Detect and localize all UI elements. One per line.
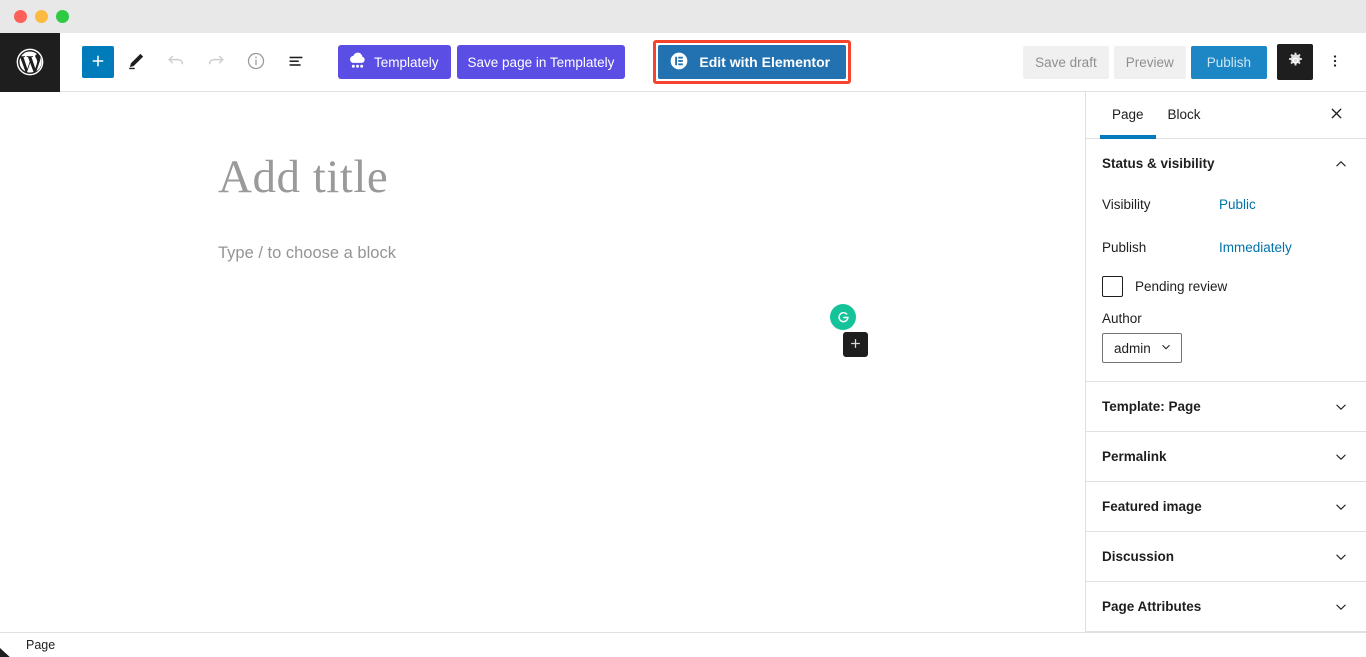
chevron-down-icon	[1332, 498, 1350, 516]
edit-with-elementor-label: Edit with Elementor	[699, 54, 831, 70]
undo-button[interactable]	[158, 44, 194, 80]
panel-discussion-title: Discussion	[1102, 549, 1175, 564]
toolbar-left-group	[60, 44, 314, 80]
save-page-in-templately-button[interactable]: Save page in Templately	[456, 45, 626, 79]
panel-page-attributes-title: Page Attributes	[1102, 599, 1202, 614]
panel-status-visibility-title: Status & visibility	[1102, 156, 1215, 171]
list-view-icon	[285, 50, 307, 75]
visibility-row: Visibility Public	[1102, 188, 1350, 220]
author-field: Author admin	[1102, 311, 1350, 363]
tab-page[interactable]: Page	[1100, 92, 1156, 139]
panel-permalink: Permalink	[1086, 432, 1366, 482]
chevron-down-icon	[1332, 398, 1350, 416]
templately-button-label: Templately	[374, 54, 439, 70]
panel-status-visibility: Status & visibility Visibility Public Pu…	[1086, 139, 1366, 382]
editor-top-toolbar: Templately Save page in Templately Edit …	[0, 32, 1366, 92]
inline-add-block-button[interactable]	[843, 332, 868, 357]
list-view-button[interactable]	[278, 44, 314, 80]
author-label: Author	[1102, 311, 1142, 326]
chevron-up-icon	[1332, 155, 1350, 173]
chevron-down-icon	[1332, 548, 1350, 566]
pencil-icon	[125, 50, 147, 75]
redo-button[interactable]	[198, 44, 234, 80]
panel-status-visibility-body: Visibility Public Publish Immediately Pe…	[1086, 188, 1366, 381]
panel-template-header[interactable]: Template: Page	[1086, 382, 1366, 431]
templately-cloud-icon	[348, 52, 367, 72]
info-icon	[245, 50, 267, 75]
preview-button[interactable]: Preview	[1113, 45, 1186, 79]
more-options-button[interactable]	[1318, 44, 1352, 80]
chevron-down-icon	[1332, 598, 1350, 616]
settings-button[interactable]	[1277, 44, 1313, 80]
panel-featured-image-header[interactable]: Featured image	[1086, 482, 1366, 531]
publish-label: Publish	[1102, 239, 1147, 255]
author-select-value: admin	[1114, 340, 1151, 356]
undo-arrow-icon	[165, 50, 187, 75]
editor-canvas: Add title Type / to choose a block	[0, 92, 1086, 632]
panel-status-visibility-header[interactable]: Status & visibility	[1086, 139, 1366, 188]
pending-review-label[interactable]: Pending review	[1135, 279, 1227, 294]
wordpress-icon	[14, 46, 46, 78]
panel-page-attributes-header[interactable]: Page Attributes	[1086, 582, 1366, 631]
details-button[interactable]	[238, 44, 274, 80]
settings-sidebar: Page Block Status & visibility Visibilit…	[1086, 92, 1366, 632]
tools-edit-button[interactable]	[118, 44, 154, 80]
author-select[interactable]: admin	[1102, 333, 1182, 363]
wordpress-block-editor-window: Templately Save page in Templately Edit …	[0, 0, 1366, 657]
pending-review-row: Pending review	[1102, 276, 1350, 297]
panel-template: Template: Page	[1086, 382, 1366, 432]
editor-bottom-bar: Page	[0, 632, 1366, 657]
toolbar-right-group: Save draft Preview Publish	[1023, 44, 1366, 80]
publish-value-button[interactable]: Immediately	[1219, 240, 1292, 255]
close-icon	[1328, 105, 1345, 125]
post-title-input[interactable]: Add title	[218, 154, 388, 201]
panel-permalink-title: Permalink	[1102, 449, 1167, 464]
chevron-down-icon	[1332, 448, 1350, 466]
chevron-down-icon	[1159, 340, 1173, 357]
wordpress-logo-button[interactable]	[0, 32, 60, 92]
vertical-dots-icon	[1326, 52, 1344, 73]
elementor-icon	[669, 51, 689, 74]
panel-featured-image: Featured image	[1086, 482, 1366, 532]
panel-page-attributes: Page Attributes	[1086, 582, 1366, 632]
templately-button[interactable]: Templately	[338, 45, 451, 79]
add-block-button[interactable]	[82, 46, 114, 78]
panel-featured-image-title: Featured image	[1102, 499, 1202, 514]
visibility-label: Visibility	[1102, 196, 1151, 212]
panel-template-title: Template: Page	[1102, 399, 1201, 414]
edit-with-elementor-highlight: Edit with Elementor	[653, 40, 852, 84]
plugin-button-group: Templately Save page in Templately Edit …	[338, 40, 852, 84]
window-titlebar	[0, 0, 1366, 33]
default-block-input[interactable]: Type / to choose a block	[218, 244, 396, 263]
panel-discussion-header[interactable]: Discussion	[1086, 532, 1366, 581]
window-minimize-button[interactable]	[35, 10, 48, 23]
pending-review-checkbox[interactable]	[1102, 276, 1123, 297]
close-sidebar-button[interactable]	[1320, 99, 1352, 131]
tab-block[interactable]: Block	[1156, 92, 1213, 138]
grammarly-icon[interactable]	[830, 304, 856, 330]
plus-icon	[848, 336, 863, 354]
gear-icon	[1286, 51, 1305, 73]
visibility-value-button[interactable]: Public	[1219, 197, 1256, 212]
panel-discussion: Discussion	[1086, 532, 1366, 582]
publish-row: Publish Immediately	[1102, 231, 1350, 263]
save-draft-button[interactable]: Save draft	[1023, 45, 1109, 79]
panel-permalink-header[interactable]: Permalink	[1086, 432, 1366, 481]
window-maximize-button[interactable]	[56, 10, 69, 23]
publish-button[interactable]: Publish	[1190, 45, 1267, 79]
sidebar-tab-bar: Page Block	[1086, 92, 1366, 139]
window-close-button[interactable]	[14, 10, 27, 23]
edit-with-elementor-button[interactable]: Edit with Elementor	[658, 45, 847, 79]
redo-arrow-icon	[205, 50, 227, 75]
breadcrumb[interactable]: Page	[26, 638, 55, 652]
plus-icon	[89, 52, 107, 73]
